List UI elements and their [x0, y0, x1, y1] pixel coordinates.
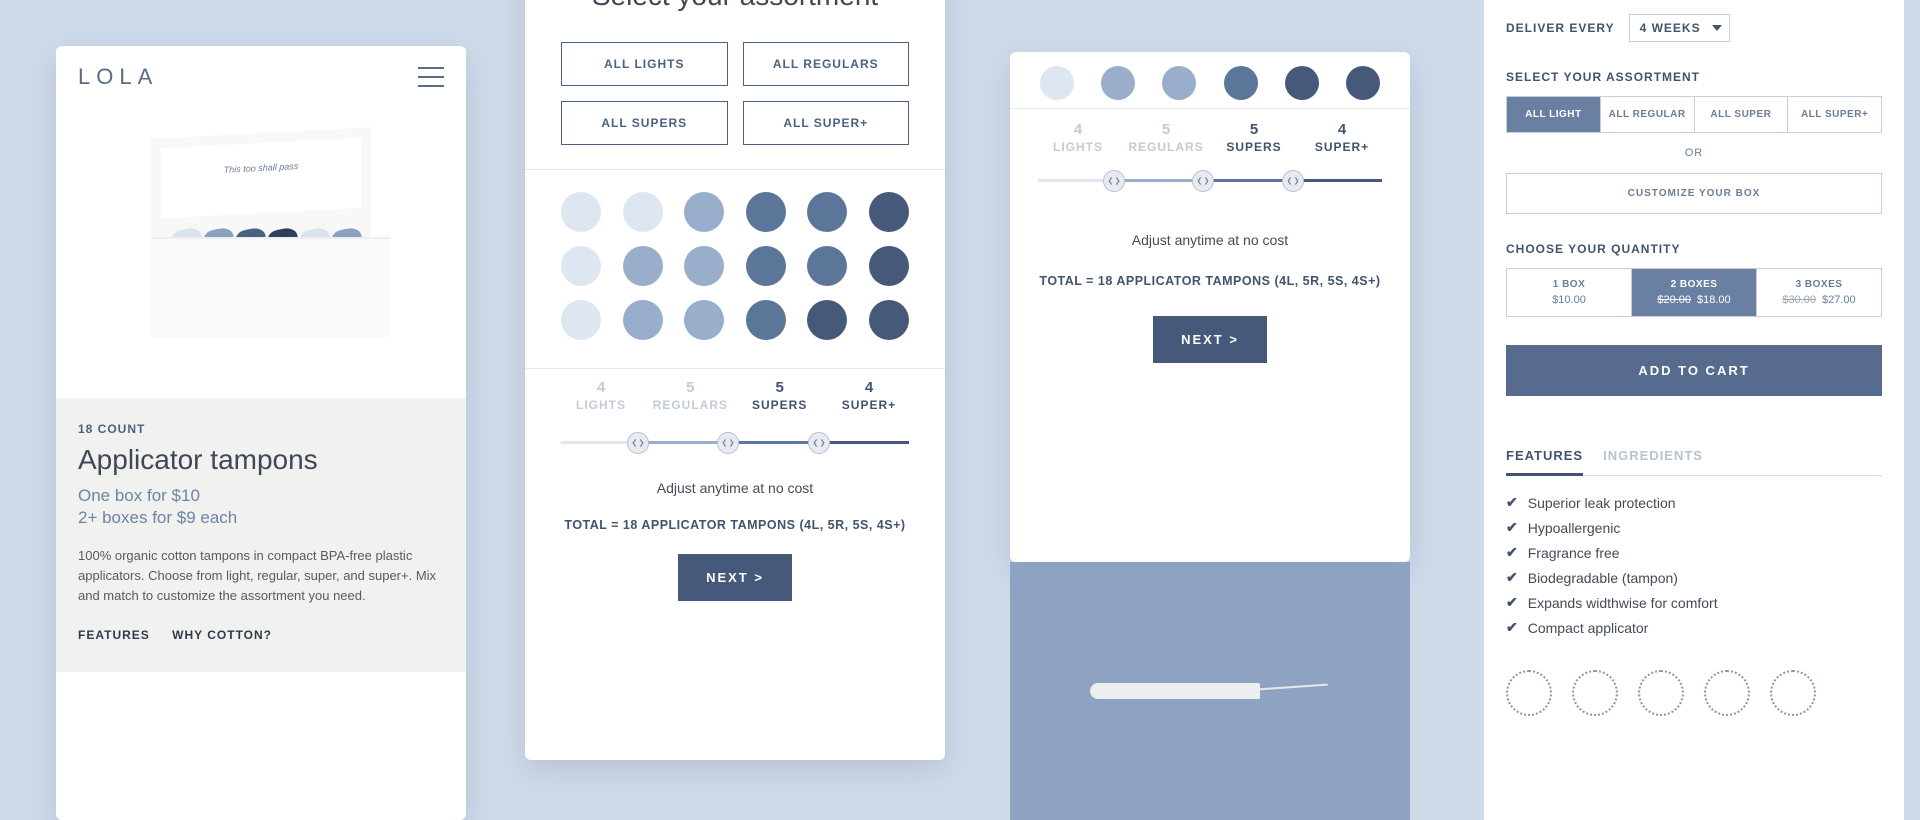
feature-item: Superior leak protection	[1528, 495, 1676, 511]
slider-handle-2[interactable]	[717, 432, 739, 454]
chip-all-superplus[interactable]: ALL SUPER+	[1788, 97, 1881, 132]
slider-handle-2[interactable]	[1192, 170, 1214, 192]
qty-option-2[interactable]: 2 BOXES $20.00 $18.00	[1632, 269, 1757, 316]
slider-handle-3[interactable]	[808, 432, 830, 454]
p3-superplus-lbl: SUPER+	[1302, 140, 1382, 154]
deliver-every-label: DELIVER EVERY	[1506, 21, 1615, 35]
price-single: One box for $10	[78, 486, 444, 506]
product-mobile-panel: LOLA This too shall pass 18 COUNT Applic…	[56, 46, 466, 820]
slider-handle-3[interactable]	[1282, 170, 1304, 192]
preset-all-supers[interactable]: ALL SUPERS	[561, 101, 728, 145]
slider-handle-1[interactable]	[627, 432, 649, 454]
check-icon: ✔	[1506, 494, 1518, 511]
assortment-panel: Select your assortment ALL LIGHTS ALL RE…	[525, 0, 945, 760]
assortment-total: TOTAL = 18 APPLICATOR TAMPONS (4L, 5R, 5…	[525, 518, 945, 532]
tab-ingredients[interactable]: INGREDIENTS	[1603, 448, 1703, 475]
select-assortment-label: SELECT YOUR ASSORTMENT	[1506, 70, 1882, 84]
feature-item: Biodegradable (tampon)	[1528, 570, 1678, 586]
adjust-note: Adjust anytime at no cost	[525, 480, 945, 496]
adjust-note-compact: Adjust anytime at no cost	[1010, 232, 1410, 248]
count-label: 18 COUNT	[78, 422, 444, 436]
preset-all-lights[interactable]: ALL LIGHTS	[561, 42, 728, 86]
cert-badge	[1770, 670, 1816, 716]
feature-item: Hypoallergenic	[1528, 520, 1621, 536]
feature-item: Fragrance free	[1528, 545, 1620, 561]
p3-supers-num: 5	[1214, 121, 1294, 138]
add-to-cart-button[interactable]: ADD TO CART	[1506, 345, 1882, 396]
check-icon: ✔	[1506, 544, 1518, 561]
check-icon: ✔	[1506, 519, 1518, 536]
next-button[interactable]: NEXT >	[678, 554, 792, 601]
qty-2-strike: $20.00	[1657, 294, 1691, 306]
slider-handle-1[interactable]	[1103, 170, 1125, 192]
tab-features[interactable]: FEATURES	[1506, 448, 1583, 476]
count-lights-num: 4	[561, 379, 641, 396]
qty-3-strike: $30.00	[1782, 294, 1816, 306]
cert-badge	[1704, 670, 1750, 716]
product-description: 100% organic cotton tampons in compact B…	[78, 546, 444, 606]
cert-badge	[1572, 670, 1618, 716]
assortment-title: Select your assortment	[525, 0, 945, 12]
tab-features-link[interactable]: FEATURES	[78, 628, 150, 642]
qty-option-1[interactable]: 1 BOX $10.00	[1507, 269, 1632, 316]
qty-2-lab: 2 BOXES	[1636, 279, 1752, 290]
chip-all-super[interactable]: ALL SUPER	[1695, 97, 1789, 132]
choose-quantity-label: CHOOSE YOUR QUANTITY	[1506, 242, 1882, 256]
certification-badges	[1506, 670, 1882, 716]
count-supers-num: 5	[740, 379, 820, 396]
check-icon: ✔	[1506, 594, 1518, 611]
p3-lights-lbl: LIGHTS	[1038, 140, 1118, 154]
menu-icon[interactable]	[418, 67, 444, 87]
count-regulars-num: 5	[650, 379, 730, 396]
cert-badge	[1506, 670, 1552, 716]
p3-regulars-lbl: REGULARS	[1126, 140, 1206, 154]
assortment-compact-panel: 4 LIGHTS 5 REGULARS 5 SUPERS 4 SUPER+ Adjust…	[1010, 52, 1410, 562]
qty-3-price: $27.00	[1822, 294, 1856, 306]
chip-all-light[interactable]: ALL LIGHT	[1507, 97, 1601, 132]
count-superplus-num: 4	[829, 379, 909, 396]
qty-1-price: $10.00	[1552, 294, 1586, 306]
tab-why-cotton-link[interactable]: WHY COTTON?	[172, 628, 272, 642]
assortment-total-compact: TOTAL = 18 APPLICATOR TAMPONS (4L, 5R, 5…	[1010, 274, 1410, 288]
customize-box-button[interactable]: CUSTOMIZE YOUR BOX	[1506, 173, 1882, 214]
p3-regulars-num: 5	[1126, 121, 1206, 138]
purchase-sidebar: DELIVER EVERY 4 WEEKS SELECT YOUR ASSORT…	[1484, 0, 1904, 820]
p3-supers-lbl: SUPERS	[1214, 140, 1294, 154]
count-supers-lbl: SUPERS	[740, 398, 820, 412]
or-divider: OR	[1506, 147, 1882, 159]
check-icon: ✔	[1506, 569, 1518, 586]
deliver-frequency-select[interactable]: 4 WEEKS	[1629, 14, 1730, 42]
product-image: This too shall pass	[56, 98, 466, 398]
preset-all-superplus[interactable]: ALL SUPER+	[743, 101, 910, 145]
next-button-compact[interactable]: NEXT >	[1153, 316, 1267, 363]
count-regulars-lbl: REGULARS	[650, 398, 730, 412]
count-superplus-lbl: SUPER+	[829, 398, 909, 412]
price-multi: 2+ boxes for $9 each	[78, 508, 444, 528]
feature-item: Compact applicator	[1528, 620, 1649, 636]
assortment-swatches	[525, 170, 945, 368]
qty-3-lab: 3 BOXES	[1761, 279, 1877, 290]
brand-logo: LOLA	[78, 64, 158, 90]
assortment-slider[interactable]	[561, 430, 909, 454]
count-lights-lbl: LIGHTS	[561, 398, 641, 412]
p3-lights-num: 4	[1038, 121, 1118, 138]
features-list: ✔ Superior leak protection ✔ Hypoallergeni…	[1506, 494, 1882, 636]
cert-badge	[1638, 670, 1684, 716]
check-icon: ✔	[1506, 619, 1518, 636]
qty-1-lab: 1 BOX	[1511, 279, 1627, 290]
p3-superplus-num: 4	[1302, 121, 1382, 138]
assortment-slider-compact[interactable]	[1038, 168, 1382, 192]
qty-option-3[interactable]: 3 BOXES $30.00 $27.00	[1757, 269, 1881, 316]
assortment-chip-row: ALL LIGHT ALL REGULAR ALL SUPER ALL SUPE…	[1506, 96, 1882, 133]
product-title: Applicator tampons	[78, 444, 444, 476]
feature-item: Expands widthwise for comfort	[1528, 595, 1718, 611]
chip-all-regular[interactable]: ALL REGULAR	[1601, 97, 1695, 132]
preset-all-regulars[interactable]: ALL REGULARS	[743, 42, 910, 86]
box-motto: This too shall pass	[161, 158, 361, 178]
applicator-image	[1010, 562, 1410, 820]
qty-2-price: $18.00	[1697, 294, 1731, 306]
